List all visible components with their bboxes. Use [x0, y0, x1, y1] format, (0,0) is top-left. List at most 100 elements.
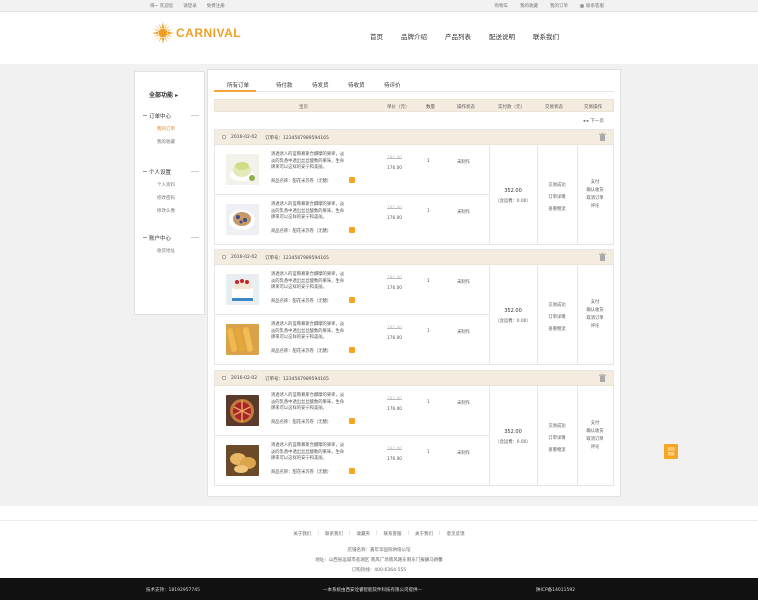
order-hotline: 订购热线：400-6364-555 — [351, 568, 407, 573]
footer-link-about-2[interactable]: 关于我们 — [415, 531, 433, 537]
nav-home[interactable]: 首页 — [370, 31, 383, 41]
favorites-link[interactable]: 我的收藏 — [520, 3, 538, 9]
order-details-link[interactable]: 订单详情 — [537, 194, 577, 200]
cancel-order-button[interactable]: 取消订单 — [577, 315, 613, 321]
product-row: 清透诱人的蓝莓慕斯合麟摩的果卑，淡淡的乳香中透出丝丝酸数的果味，生命肆来可以这样… — [215, 436, 489, 486]
trash-icon[interactable] — [599, 133, 606, 141]
next-page-icon[interactable]: ▸ — [587, 119, 589, 124]
edit-icon[interactable] — [349, 227, 355, 233]
edit-icon[interactable] — [349, 177, 355, 183]
product-image[interactable] — [226, 445, 259, 476]
confirm-receipt-button[interactable]: 确认收货 — [577, 428, 613, 434]
nav-contact[interactable]: 联系我们 — [533, 31, 559, 41]
pay-button[interactable]: 支付 — [577, 420, 613, 426]
pay-button[interactable]: 支付 — [577, 179, 613, 185]
active-tab-indicator — [214, 90, 256, 92]
footer-link-favorites[interactable]: 收藏夹 — [356, 531, 370, 537]
nav-product-list[interactable]: 产品列表 — [445, 31, 471, 41]
view-logistics-link[interactable]: 查看物流 — [537, 326, 577, 332]
sidebar-item-my-orders[interactable]: 我的订单 — [157, 126, 175, 132]
sidebar-title[interactable]: 全部功能 ▸ — [149, 90, 178, 99]
paid-cell: 352.00 （含运费：0.00） — [489, 386, 537, 486]
product-spec: 商品名称：甜花米苏卷（无糖） — [271, 470, 332, 475]
my-orders-link[interactable]: 我的订单 — [550, 3, 568, 9]
product-description[interactable]: 清透诱人的蓝莓慕斯合麟摩的果卑，淡淡的乳香中透出丝丝酸数的果味，生命肆来可以这样… — [271, 393, 347, 413]
quantity: 1 — [427, 279, 430, 284]
op-status: 未制作 — [457, 401, 470, 406]
confirm-receipt-button[interactable]: 确认收货 — [577, 307, 613, 313]
review-button[interactable]: 评论 — [577, 323, 613, 329]
sidebar-item-change-password[interactable]: 修改密码 — [157, 195, 175, 201]
login-link[interactable]: 请登录 — [183, 3, 197, 9]
back-to-top-button[interactable]: 返回 顶部 — [664, 444, 678, 459]
op-status: 未制作 — [457, 451, 470, 456]
product-image[interactable] — [226, 154, 259, 185]
nav-delivery[interactable]: 配送说明 — [489, 31, 515, 41]
tab-pending-review[interactable]: 待评价 — [384, 81, 401, 89]
trash-icon[interactable] — [599, 253, 606, 261]
op-status: 未制作 — [457, 280, 470, 285]
product-description[interactable]: 清透诱人的蓝莓慕斯合麟摩的果卑，淡淡的乳香中透出丝丝酸数的果味，生命肆来可以这样… — [271, 272, 347, 292]
view-logistics-link[interactable]: 查看物流 — [537, 206, 577, 212]
tab-pending-receipt[interactable]: 待收货 — [348, 81, 365, 89]
view-logistics-link[interactable]: 查看物流 — [537, 447, 577, 453]
sidebar-item-profile[interactable]: 个人资料 — [157, 182, 175, 188]
sidebar-item-change-avatar[interactable]: 修改头像 — [157, 208, 175, 214]
welcome-text: 嗨~ 欢迎您 — [150, 4, 174, 9]
order-tabs: 所有订单 待付款 待发货 待收货 待评价 — [214, 70, 614, 92]
edit-icon[interactable] — [349, 418, 355, 424]
product-description[interactable]: 清透诱人的蓝莓慕斯合麟摩的果卑，淡淡的乳香中透出丝丝酸数的果味，生命肆来可以这样… — [271, 322, 347, 342]
cancel-order-button[interactable]: 取消订单 — [577, 195, 613, 201]
edit-icon[interactable] — [349, 468, 355, 474]
register-link[interactable]: 免费注册 — [207, 3, 225, 9]
product-row: 清透诱人的蓝莓慕斯合麟摩的果卑，淡淡的乳香中透出丝丝酸数的果味，生命肆来可以这样… — [215, 195, 489, 245]
order-details-link[interactable]: 订单详情 — [537, 314, 577, 320]
sidebar-item-address[interactable]: 收货地址 — [157, 248, 175, 254]
product-description[interactable]: 清透诱人的蓝莓慕斯合麟摩的果卑，淡淡的乳香中透出丝丝酸数的果味，生命肆来可以这样… — [271, 443, 347, 463]
product-row: 清透诱人的蓝莓慕斯合麟摩的果卑，淡淡的乳香中透出丝丝酸数的果味，生命肆来可以这样… — [215, 315, 489, 365]
pager: ◂ ▸ 下一页 — [583, 118, 604, 124]
next-page-link[interactable]: 下一页 — [590, 119, 604, 124]
confirm-receipt-button[interactable]: 确认收货 — [577, 187, 613, 193]
product-image[interactable] — [226, 274, 259, 305]
icp-record[interactable]: 陕ICP备14011592 — [536, 587, 575, 593]
paid-amount: 352.00 — [504, 308, 522, 314]
nav-brand-intro[interactable]: 品牌介绍 — [401, 31, 427, 41]
tab-all-orders[interactable]: 所有订单 — [227, 81, 249, 89]
tech-support: 技术支持：18192957745 — [146, 588, 200, 593]
review-button[interactable]: 评论 — [577, 444, 613, 450]
order-number: 订单号：1234567989594165 — [265, 136, 329, 141]
col-trade-status: 交易状态 — [545, 104, 563, 110]
contact-service-link[interactable]: 联系客服 — [580, 3, 604, 9]
cancel-order-button[interactable]: 取消订单 — [577, 436, 613, 442]
order-checkbox[interactable] — [222, 135, 226, 139]
footer-link-about[interactable]: 关于我们 — [293, 531, 311, 537]
order-checkbox[interactable] — [222, 376, 226, 380]
tab-pending-payment[interactable]: 待付款 — [276, 81, 293, 89]
trade-ops-cell: 支付 确认收货 取消订单 评论 — [577, 265, 613, 365]
tab-pending-shipment[interactable]: 待发货 — [312, 81, 329, 89]
trash-icon[interactable] — [599, 374, 606, 382]
product-image[interactable] — [226, 395, 259, 426]
cart-link[interactable]: 购物车 — [495, 3, 509, 9]
footer-link-contact[interactable]: 联系我们 — [325, 531, 343, 537]
order-checkbox[interactable] — [222, 255, 226, 259]
footer-link-feedback[interactable]: 意见反馈 — [447, 531, 465, 537]
product-image[interactable] — [226, 324, 259, 355]
separator: | — [317, 531, 319, 536]
product-description[interactable]: 清透诱人的蓝莓慕斯合麟摩的果卑，淡淡的乳香中透出丝丝酸数的果味，生命肆来可以这样… — [271, 202, 347, 222]
footer-link-service[interactable]: 联系客服 — [384, 531, 402, 537]
brand-logo[interactable]: CARNIVAL — [152, 22, 241, 44]
product-image[interactable] — [226, 204, 259, 235]
edit-icon[interactable] — [349, 347, 355, 353]
order-details-link[interactable]: 订单详情 — [537, 435, 577, 441]
review-button[interactable]: 评论 — [577, 203, 613, 209]
pay-button[interactable]: 支付 — [577, 299, 613, 305]
edit-icon[interactable] — [349, 297, 355, 303]
prev-page-icon[interactable]: ◂ — [583, 119, 585, 124]
provider-credit: —本系统由西安诠睿智能软件科技有限公司提供— — [323, 588, 422, 593]
product-description[interactable]: 清透诱人的蓝莓慕斯合麟摩的果卑，淡淡的乳香中透出丝丝酸数的果味，生命肆来可以这样… — [271, 152, 347, 172]
quantity: 1 — [427, 329, 430, 334]
sidebar-item-my-favorites[interactable]: 我的收藏 — [157, 139, 175, 145]
original-price: 181.00 — [387, 326, 403, 331]
